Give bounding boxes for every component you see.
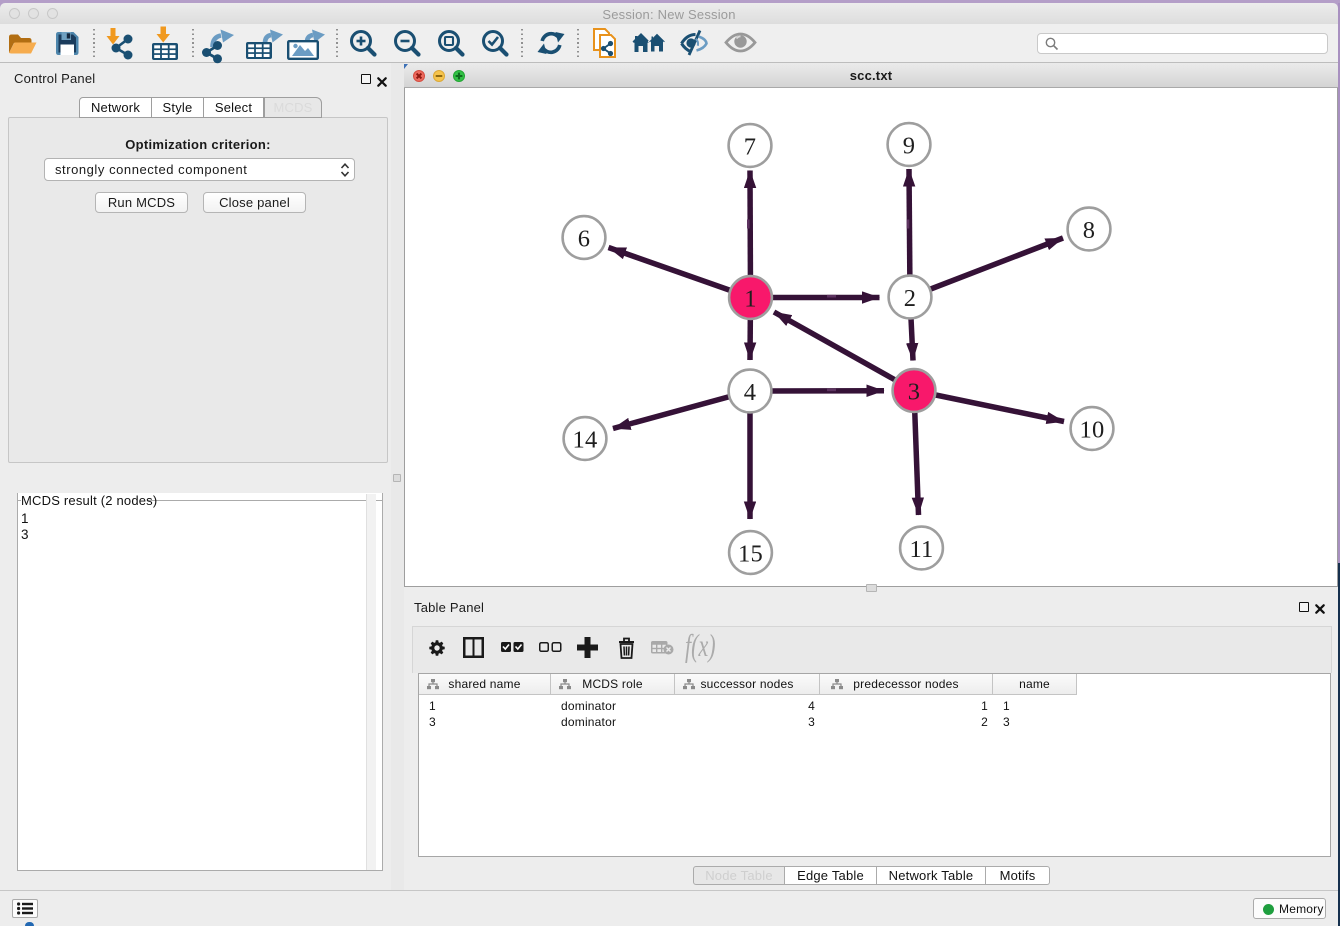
svg-text:3: 3 <box>908 379 920 406</box>
svg-text:4: 4 <box>744 379 756 406</box>
svg-text:15: 15 <box>738 541 763 568</box>
svg-text:7: 7 <box>744 134 756 161</box>
svg-text:14: 14 <box>573 427 598 454</box>
svg-text:1: 1 <box>744 286 756 313</box>
svg-text:2: 2 <box>904 285 916 312</box>
svg-text:10: 10 <box>1080 417 1105 444</box>
svg-text:8: 8 <box>1083 217 1095 244</box>
svg-text:6: 6 <box>578 226 590 253</box>
svg-text:9: 9 <box>903 133 915 160</box>
svg-text:11: 11 <box>910 536 934 563</box>
